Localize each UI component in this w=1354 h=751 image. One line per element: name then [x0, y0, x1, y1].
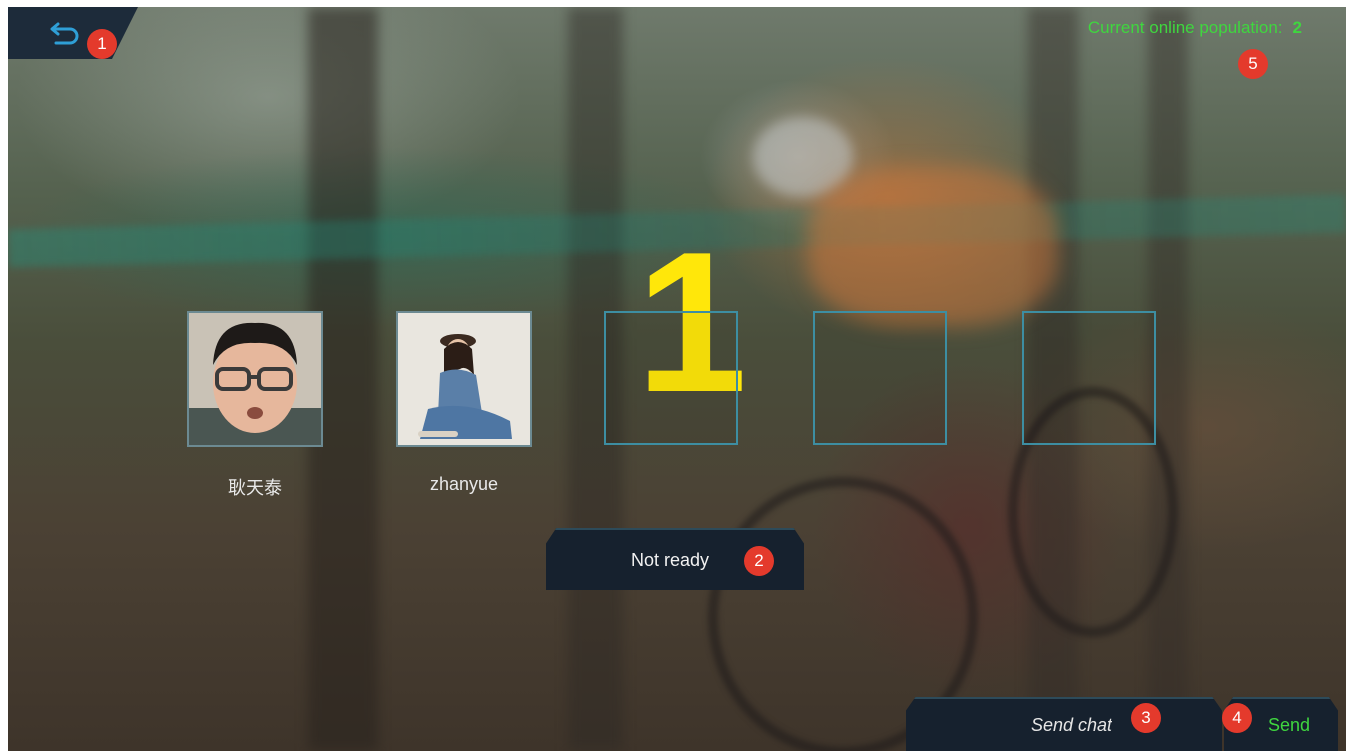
ready-button-label: Not ready [630, 549, 710, 570]
player-avatar [187, 311, 323, 447]
online-population: Current online population: 2 [1088, 18, 1302, 38]
send-button-label: Send [1267, 714, 1310, 735]
callout-badge-3: 3 [1131, 703, 1161, 733]
player-name: 耿天泰 [228, 478, 282, 498]
online-population-label: Current online population: [1087, 18, 1283, 37]
player-photo-woman [398, 313, 530, 445]
player-photo-man [189, 313, 321, 445]
player-name: zhanyue [429, 474, 499, 494]
player-avatar [396, 311, 532, 447]
empty-player-slot [604, 311, 738, 445]
callout-badge-4: 4 [1222, 703, 1252, 733]
empty-player-slot [813, 311, 947, 445]
back-arrow-icon [50, 22, 79, 45]
callout-badge-2: 2 [744, 546, 774, 576]
online-population-count: 2 [1292, 18, 1302, 37]
chat-input-box[interactable] [906, 697, 1222, 751]
background-rider [808, 167, 1058, 327]
empty-player-slot [1022, 311, 1156, 445]
callout-badge-1: 1 [87, 29, 117, 59]
callout-badge-5: 5 [1238, 49, 1268, 79]
chat-input[interactable] [906, 699, 1222, 751]
